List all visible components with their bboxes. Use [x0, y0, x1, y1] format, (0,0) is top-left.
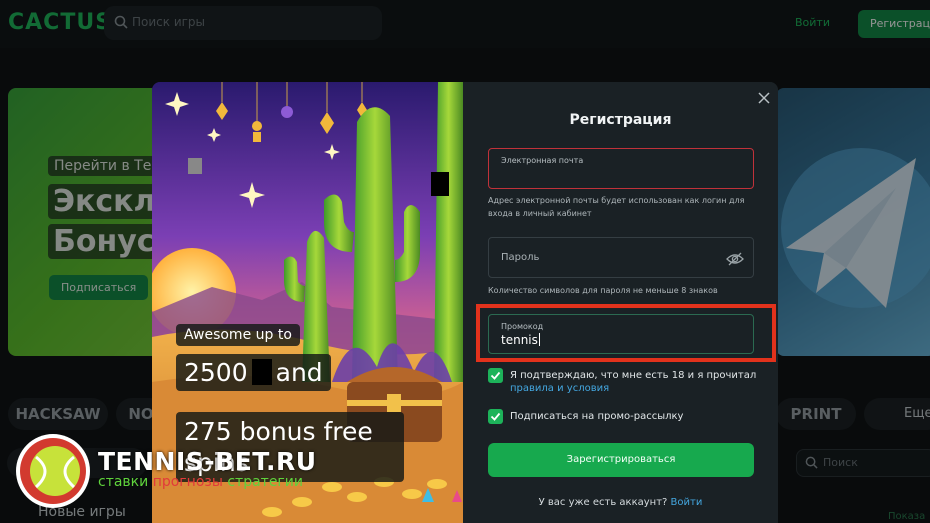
redaction-block	[431, 172, 449, 196]
registration-form: Регистрация Электронная почта Адрес элек…	[463, 82, 778, 523]
promo-amount: 2500 and	[176, 354, 331, 391]
newsletter-label: Подписаться на промо-рассылку	[510, 411, 684, 422]
terms-link[interactable]: правила и условия	[510, 383, 609, 394]
login-link[interactable]: Войти	[671, 497, 703, 508]
eye-off-icon[interactable]	[726, 250, 744, 268]
tennis-ball-logo	[16, 434, 90, 508]
email-hint: Адрес электронной почты будет использова…	[488, 196, 745, 218]
close-icon[interactable]	[757, 91, 771, 105]
age-confirm-label: Я подтверждаю, что мне есть 18 и я прочи…	[510, 370, 757, 381]
have-account-line: У вас уже есть аккаунт? Войти	[538, 497, 703, 508]
newsletter-checkbox[interactable]	[488, 409, 503, 424]
password-placeholder: Пароль	[501, 252, 540, 263]
password-field[interactable]: Пароль	[488, 237, 754, 278]
submit-register-button[interactable]: Зарегистрироваться	[488, 443, 754, 477]
checkmark-icon	[490, 371, 501, 380]
promocode-highlight-box	[476, 304, 776, 362]
redaction-block	[188, 158, 202, 174]
form-title: Регистрация	[569, 112, 672, 128]
email-label: Электронная почта	[501, 156, 584, 165]
email-field[interactable]: Электронная почта	[488, 148, 754, 189]
watermark-title: TENNIS-BET.RU	[98, 447, 317, 476]
redaction-block	[251, 359, 272, 385]
password-hint: Количество символов для пароля не меньше…	[488, 286, 718, 295]
watermark-subtitle: ставки прогнозы стратегии	[98, 474, 303, 490]
checkmark-icon	[490, 412, 501, 421]
age-confirm-checkbox[interactable]	[488, 368, 503, 383]
promo-headline: Awesome up to	[176, 324, 300, 346]
